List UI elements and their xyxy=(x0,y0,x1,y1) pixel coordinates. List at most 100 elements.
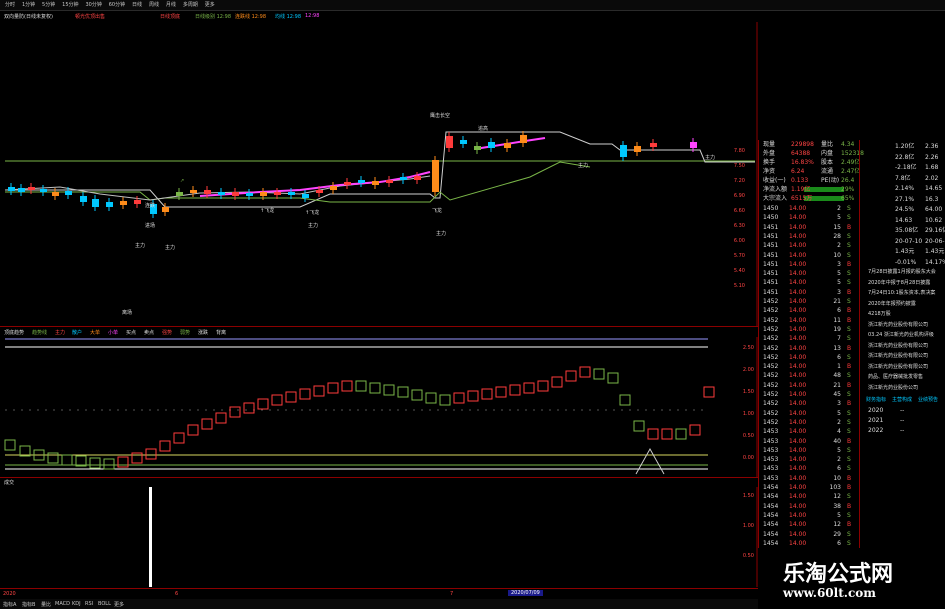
candle-body xyxy=(80,196,87,202)
news-item[interactable]: 药品、医疗器械批发零售 xyxy=(860,373,945,382)
news-item[interactable]: 4218万股 xyxy=(860,310,945,319)
tick-price: 14.00 xyxy=(789,316,807,324)
price-tick: 6.60 xyxy=(734,208,745,214)
candle-body xyxy=(162,207,169,212)
tab-period[interactable]: 多周期 xyxy=(183,0,198,10)
news-item[interactable]: 7月28日披露1月报的股东大会 xyxy=(860,268,945,277)
tab-period[interactable]: 5分钟 xyxy=(42,0,55,10)
quote-key: 量比 xyxy=(821,141,834,148)
tick-side: S xyxy=(847,511,851,519)
candle-body xyxy=(40,189,47,192)
tab-period[interactable]: 15分钟 xyxy=(62,0,78,10)
quote-value: 1.19亿 xyxy=(791,186,811,193)
tab-period[interactable]: 周线 xyxy=(149,0,159,10)
sub-legend: 大单 xyxy=(90,330,101,336)
news-item[interactable]: 7月24日10:1股东资本,表决案 xyxy=(860,289,945,298)
annotation-label: 连跌 xyxy=(145,202,155,209)
news-item[interactable]: 浙江新光药业股份有限公司 xyxy=(860,363,945,372)
news-item[interactable]: 浙江新光药业股份有限公司 xyxy=(860,321,945,330)
f10-tab[interactable]: 主营构成 xyxy=(892,396,912,405)
tab-indicator[interactable]: 量比 xyxy=(41,601,51,608)
tick-time: 1452 xyxy=(763,316,779,324)
sub-legend: 卖点 xyxy=(144,330,155,336)
tab-period[interactable]: 60分钟 xyxy=(109,0,125,10)
annotation-label: 鹰击长空 xyxy=(430,112,450,119)
tick-volume: 28 xyxy=(833,232,841,240)
f10-value: 20-07-10 xyxy=(895,237,923,245)
news-item[interactable]: 2020年中报于8月28日披露 xyxy=(860,279,945,288)
tick-row: 1454 14.00 6 S xyxy=(759,539,859,548)
news-item[interactable]: 浙江新光药业股份有限公司 xyxy=(860,342,945,351)
tab-period[interactable]: 更多 xyxy=(205,0,215,10)
tick-side: B xyxy=(847,474,852,482)
tick-price: 14.00 xyxy=(789,279,807,287)
tick-side: S xyxy=(847,325,851,333)
news-item[interactable]: 03.24 浙江新光药业机构评级 xyxy=(860,331,945,340)
tick-volume: 21 xyxy=(833,298,841,305)
tick-time: 1452 xyxy=(763,381,779,389)
tick-price: 14.00 xyxy=(789,400,807,408)
tab-indicator[interactable]: KDJ xyxy=(72,601,81,607)
tick-side: S xyxy=(847,493,851,501)
f10-value: -2.18亿 xyxy=(895,164,917,171)
volume-chart[interactable]: 1.50 1.00 0.50 xyxy=(0,487,758,587)
f10-tab[interactable]: 业绩预告 xyxy=(918,396,938,405)
candle-body xyxy=(106,202,113,207)
tab-period[interactable]: 日线 xyxy=(132,0,142,10)
tick-side: S xyxy=(847,418,851,426)
news-item[interactable]: 浙江新光药业股份公司 xyxy=(860,384,945,393)
tick-time: 1452 xyxy=(763,400,779,408)
status-item: 连跌线 12:98 xyxy=(235,14,266,20)
candle-body xyxy=(28,187,35,190)
tick-time: 1453 xyxy=(763,446,779,454)
sub-indicator-chart[interactable]: 2.50 2.00 1.50 1.00 0.50 0.00 xyxy=(0,337,758,477)
annotation-label: ↑飞龙 xyxy=(260,207,274,214)
candle-body xyxy=(120,201,127,205)
tab-indicator[interactable]: 指标B xyxy=(22,601,35,608)
news-item[interactable]: 浙江新光药业股份有限公司 xyxy=(860,352,945,361)
f10-row: 24.5% 64.00 xyxy=(860,205,945,214)
tick-time: 1452 xyxy=(763,344,779,352)
tick-volume: 11 xyxy=(833,316,841,324)
news-item[interactable]: 2020年年报预约披露 xyxy=(860,300,945,309)
tab-indicator[interactable]: MACD xyxy=(55,601,70,607)
stock-title: 双向量防(日线未复权) xyxy=(4,14,53,20)
tab-indicator[interactable]: 更多 xyxy=(114,601,124,608)
tick-side: S xyxy=(847,465,851,473)
f10-value: 64.00 xyxy=(925,206,943,213)
tab-indicator[interactable]: BOLL xyxy=(98,601,111,607)
tick-time: 1451 xyxy=(763,251,779,259)
tick-row: 1453 14.00 6 S xyxy=(759,464,859,473)
tick-time: 1451 xyxy=(763,242,779,250)
year-value: -- xyxy=(900,407,905,414)
f10-value: 27.1% xyxy=(895,195,915,203)
price-tick: 6.90 xyxy=(734,193,745,199)
tick-row: 1453 14.00 40 B xyxy=(759,437,859,446)
tab-period[interactable]: 月线 xyxy=(166,0,176,10)
candle-body xyxy=(316,190,323,193)
news-text: 4218万股 xyxy=(868,311,891,317)
tab-indicator[interactable]: RSI xyxy=(85,601,93,607)
main-kline-chart[interactable]: 7.80 7.50 7.20 6.90 6.60 6.30 6.00 5.70 5.40 5.10… xyxy=(0,22,758,327)
tab-indicator[interactable]: 指标A xyxy=(3,601,16,608)
f10-tab[interactable]: 财务指标 xyxy=(866,396,886,405)
sub-legend: 涨跌 xyxy=(198,330,209,336)
tab-period[interactable]: 30分钟 xyxy=(85,0,101,10)
candle-body xyxy=(358,180,365,183)
tab-period[interactable]: 1分钟 xyxy=(22,0,35,10)
news-text: 03.24 浙江新光药业机构评级 xyxy=(868,332,934,338)
tick-side: B xyxy=(847,260,852,268)
quote-key: 股本 xyxy=(821,159,834,166)
f10-value: 1.68 xyxy=(925,164,939,171)
candle-body xyxy=(414,176,421,180)
candle-body xyxy=(176,192,183,196)
tab-period[interactable]: 分时 xyxy=(5,0,15,10)
tick-side: S xyxy=(847,456,851,464)
f10-value: -0.01% xyxy=(895,258,917,266)
f10-value: 2.14% xyxy=(895,185,915,192)
tick-time: 1453 xyxy=(763,456,779,464)
divider xyxy=(0,326,758,327)
tick-side: B xyxy=(847,316,852,324)
quote-value: 26.4 xyxy=(841,177,855,184)
tick-side: S xyxy=(847,279,851,287)
